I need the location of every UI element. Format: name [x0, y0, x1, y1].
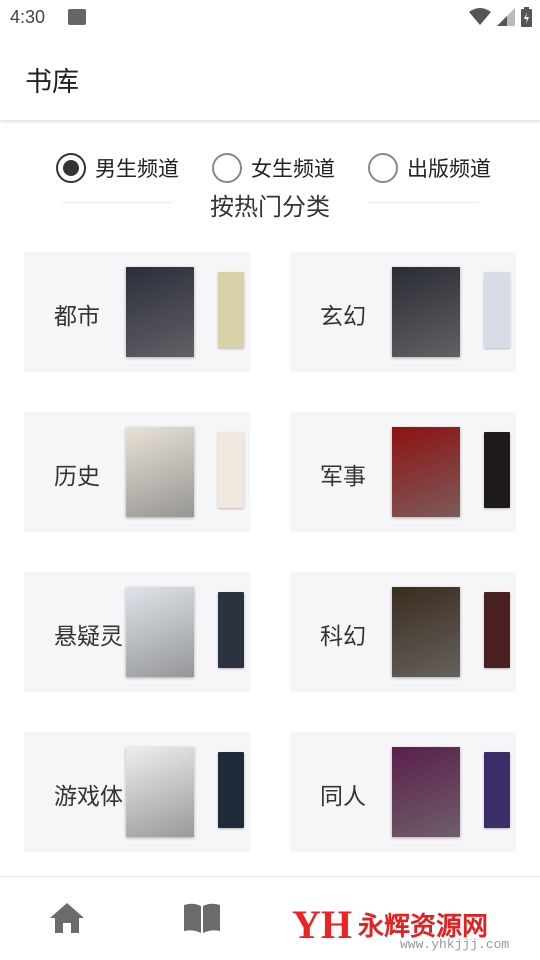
book-cover-front [392, 747, 460, 837]
radio-button-checked[interactable] [56, 153, 86, 183]
category-label: 游戏体 [54, 784, 123, 810]
page-title: 书库 [25, 67, 79, 98]
divider-right [368, 202, 478, 203]
category-label: 同人 [320, 784, 366, 810]
category-card-xuanyiling[interactable]: 悬疑灵 [24, 572, 250, 692]
category-label: 科幻 [320, 624, 366, 650]
category-card-lishi[interactable]: 历史 [24, 412, 250, 532]
category-card-dushi[interactable]: 都市 [24, 252, 250, 372]
book-cover-back [484, 752, 510, 828]
category-card-xuanhuan[interactable]: 玄幻 [290, 252, 516, 372]
battery-icon [521, 7, 532, 27]
category-card-youxiti[interactable]: 游戏体 [24, 732, 250, 852]
book-cover-front [126, 267, 194, 357]
book-cover-back [218, 592, 244, 668]
section-header: 按热门分类 [0, 186, 540, 222]
category-card-tongren[interactable]: 同人 [290, 732, 516, 852]
status-bar: 4:30 [0, 0, 540, 36]
radio-publishing-channel[interactable]: 出版频道 [368, 150, 491, 186]
book-cover-back [484, 592, 510, 668]
app-bar: 书库 [0, 36, 540, 120]
watermark-logo: YH [292, 902, 352, 947]
watermark-url: www.yhkjjj.com [400, 937, 510, 952]
radio-male-channel[interactable]: 男生频道 [56, 150, 179, 186]
book-cover-front [392, 587, 460, 677]
book-cover-back [218, 272, 244, 348]
radio-button[interactable] [368, 153, 398, 183]
home-icon[interactable] [50, 903, 84, 933]
category-label: 军事 [320, 464, 366, 490]
book-icon[interactable] [184, 903, 220, 933]
book-cover-back [484, 432, 510, 508]
status-time: 4:30 [10, 7, 46, 27]
category-label: 玄幻 [320, 304, 366, 330]
section-title: 按热门分类 [210, 193, 330, 221]
book-cover-back [218, 752, 244, 828]
image-icon [68, 9, 86, 25]
radio-label: 女生频道 [251, 157, 335, 181]
channel-selector: 男生频道 女生频道 出版频道 [0, 150, 540, 186]
book-cover-front [126, 427, 194, 517]
radio-label: 出版频道 [407, 157, 491, 181]
book-cover-front [392, 427, 460, 517]
book-cover-front [126, 747, 194, 837]
category-card-junshi[interactable]: 军事 [290, 412, 516, 532]
radio-button[interactable] [212, 153, 242, 183]
category-label: 悬疑灵 [54, 624, 123, 650]
category-label: 历史 [54, 464, 100, 490]
category-label: 都市 [54, 304, 100, 330]
bottom-nav: YH 永辉资源网 www.yhkjjj.com [0, 876, 540, 960]
wifi-icon [469, 8, 491, 25]
book-cover-back [218, 432, 244, 508]
signal-icon [497, 8, 515, 26]
book-cover-front [126, 587, 194, 677]
category-card-kehuan[interactable]: 科幻 [290, 572, 516, 692]
radio-female-channel[interactable]: 女生频道 [212, 150, 335, 186]
book-cover-back [484, 272, 510, 348]
status-icons [469, 7, 532, 27]
radio-label: 男生频道 [95, 157, 179, 181]
book-cover-front [392, 267, 460, 357]
